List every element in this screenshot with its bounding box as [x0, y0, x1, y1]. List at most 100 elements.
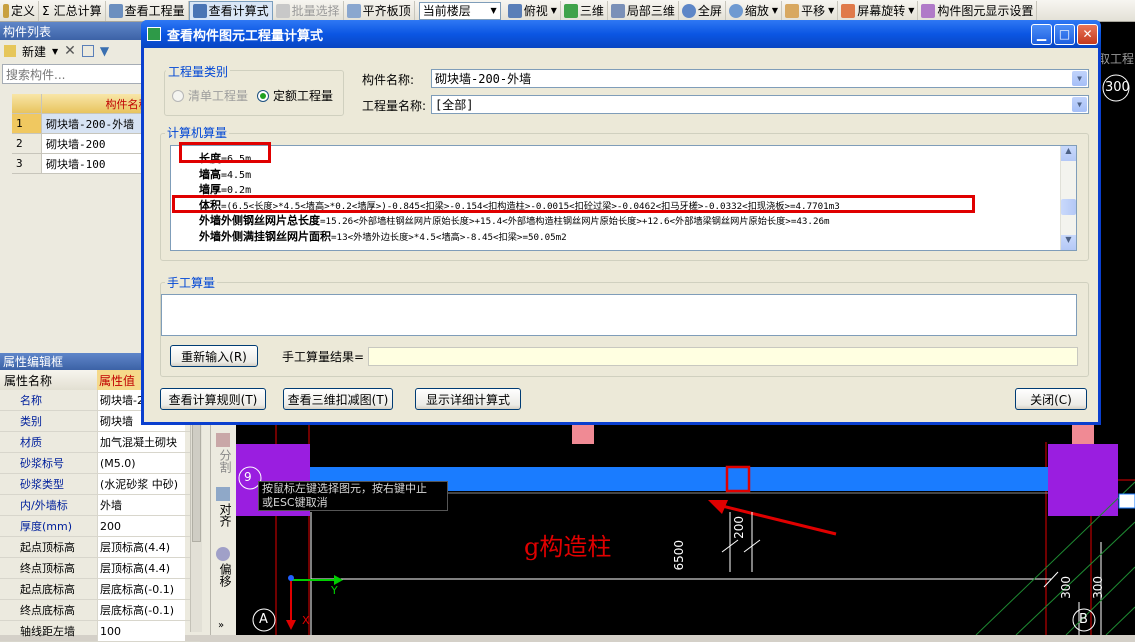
- offset-tool[interactable]: 偏移: [217, 563, 234, 587]
- pink-column[interactable]: [1072, 422, 1094, 444]
- property-row[interactable]: 材质 加气混凝土砌块: [0, 432, 200, 453]
- new-button[interactable]: 新建: [22, 43, 46, 60]
- property-row[interactable]: 轴线距左墙 100: [0, 621, 200, 642]
- pink-column[interactable]: [572, 422, 594, 444]
- align-slab-top-button[interactable]: 平齐板顶: [344, 0, 415, 21]
- expand-down-icon[interactable]: »: [218, 620, 224, 631]
- property-value[interactable]: 层底标高(-0.1): [97, 579, 185, 599]
- clipped-label: 取工程: [1098, 52, 1135, 66]
- batch-select-button[interactable]: 批量选择: [273, 0, 344, 21]
- zoom-button[interactable]: 缩放 ▼: [726, 0, 783, 21]
- batch-select-icon: [275, 3, 290, 18]
- local-3d-button[interactable]: 局部三维: [608, 0, 679, 21]
- delete-icon[interactable]: ✕: [64, 43, 76, 59]
- view-rules-button[interactable]: 查看计算规则(T): [160, 388, 266, 410]
- dim-label-300: 300: [1059, 576, 1073, 599]
- property-row[interactable]: 终点顶标高 层顶标高(4.4): [0, 558, 200, 579]
- property-value[interactable]: 加气混凝土砌块: [97, 432, 185, 452]
- manual-calc-textarea[interactable]: [161, 294, 1077, 336]
- copy-icon[interactable]: [81, 45, 94, 57]
- property-name: 起点底标高: [20, 583, 75, 596]
- axis-label-b: B: [1079, 612, 1088, 627]
- align-tool[interactable]: 对齐: [217, 503, 234, 527]
- filter-icon[interactable]: ▼: [100, 44, 109, 58]
- top-view-button[interactable]: 俯视 ▼: [505, 0, 561, 21]
- radio-list-qty[interactable]: 清单工程量: [172, 87, 248, 104]
- view-quantity-button[interactable]: 查看工程量: [106, 0, 189, 21]
- frame-column-right[interactable]: [1048, 444, 1118, 516]
- property-name: 终点顶标高: [20, 562, 75, 575]
- property-row[interactable]: 砂浆类型 (水泥砂浆 中砂): [0, 474, 200, 495]
- side-toolbar: 分割 对齐 偏移 »: [210, 425, 236, 635]
- property-value[interactable]: 层顶标高(4.4): [97, 537, 185, 557]
- scroll-up-icon[interactable]: ▲: [1061, 146, 1076, 161]
- property-row[interactable]: 起点底标高 层底标高(-0.1): [0, 579, 200, 600]
- property-row[interactable]: 厚度(mm) 200: [0, 516, 200, 537]
- summary-calc-button[interactable]: Σ 汇总计算: [39, 0, 106, 21]
- view-formula-button[interactable]: 查看计算式: [188, 0, 273, 21]
- property-value[interactable]: 外墙: [97, 495, 185, 515]
- display-settings-button[interactable]: 构件图元显示设置: [918, 0, 1038, 21]
- property-value[interactable]: 层顶标高(4.4): [97, 558, 185, 578]
- sigma-icon: Σ: [42, 3, 50, 18]
- property-name: 砂浆标号: [20, 457, 64, 470]
- comp-name-select[interactable]: 砌块墙-200-外墙 ▼: [431, 69, 1089, 88]
- align-top-icon: [346, 3, 361, 18]
- radio-quota-qty[interactable]: 定额工程量: [257, 87, 333, 104]
- ucs-y-label: Y: [331, 584, 338, 597]
- property-row[interactable]: 内/外墙标 外墙: [0, 495, 200, 516]
- scroll-down-icon[interactable]: ▼: [1061, 235, 1076, 250]
- property-row[interactable]: 起点顶标高 层顶标高(4.4): [0, 537, 200, 558]
- define-button[interactable]: 定义: [0, 0, 40, 21]
- split-tool[interactable]: 分割: [217, 449, 234, 473]
- qty-name-select[interactable]: [全部] ▼: [431, 95, 1089, 114]
- reinput-button[interactable]: 重新输入(R): [170, 345, 258, 367]
- close-window-button[interactable]: ✕: [1077, 23, 1098, 45]
- 3d-icon: [563, 3, 578, 18]
- property-value[interactable]: 200: [97, 516, 185, 536]
- property-value[interactable]: 层底标高(-0.1): [97, 600, 185, 620]
- chevron-down-icon[interactable]: ▼: [52, 47, 58, 56]
- formula-scrollbar[interactable]: ▲ ▼: [1060, 146, 1076, 250]
- floor-select[interactable]: 当前楼层 ▼: [418, 1, 501, 20]
- property-name: 类别: [20, 415, 42, 428]
- chevron-down-icon: ▼: [828, 6, 835, 15]
- 3d-button[interactable]: 三维: [561, 0, 608, 21]
- maximize-button[interactable]: □: [1054, 23, 1075, 45]
- settings-icon: [921, 3, 936, 18]
- dim-label-6500: 6500: [672, 540, 686, 571]
- property-name: 材质: [20, 436, 42, 449]
- scroll-thumb[interactable]: [192, 422, 201, 542]
- axis-label-300: 300: [1105, 80, 1130, 95]
- top-view-icon: [507, 3, 522, 18]
- chevron-down-icon: ▼: [490, 6, 497, 15]
- quantity-icon: [108, 3, 123, 18]
- property-value[interactable]: 100: [97, 621, 185, 641]
- property-value[interactable]: (M5.0): [97, 453, 185, 473]
- arrow-head: [708, 500, 728, 514]
- zoom-icon: [728, 3, 743, 18]
- property-row[interactable]: 砂浆标号 (M5.0): [0, 453, 200, 474]
- close-button[interactable]: 关闭(C): [1015, 388, 1087, 410]
- manual-result-field[interactable]: [368, 347, 1078, 366]
- fullscreen-button[interactable]: 全屏: [679, 0, 726, 21]
- property-name: 砂浆类型: [20, 478, 64, 491]
- dim-label-200: 200: [732, 516, 746, 539]
- row-no: 1: [12, 114, 42, 134]
- scroll-thumb[interactable]: [1061, 199, 1076, 215]
- axis-label-9: 9: [244, 470, 252, 484]
- qty-type-label: 工程量类别: [166, 63, 231, 80]
- property-name: 厚度(mm): [20, 520, 73, 533]
- property-row[interactable]: 终点底标高 层底标高(-0.1): [0, 600, 200, 621]
- view-3d-deduction-button[interactable]: 查看三维扣减图(T): [283, 388, 393, 410]
- show-detail-button[interactable]: 显示详细计算式: [415, 388, 521, 410]
- pan-button[interactable]: 平移 ▼: [782, 0, 839, 21]
- formula-expr: =15.26<外部墙柱钢丝网片原始长度>+15.4<外部墙构造柱钢丝网片原始长度…: [320, 216, 830, 227]
- fullscreen-icon: [681, 3, 696, 18]
- grip-icon[interactable]: [1118, 493, 1135, 509]
- property-scrollbar[interactable]: [190, 392, 202, 632]
- screen-rotate-button[interactable]: 屏幕旋转 ▼: [838, 0, 919, 21]
- property-value[interactable]: (水泥砂浆 中砂): [97, 474, 185, 494]
- property-name: 轴线距左墙: [20, 625, 75, 638]
- minimize-button[interactable]: ▁: [1031, 23, 1052, 45]
